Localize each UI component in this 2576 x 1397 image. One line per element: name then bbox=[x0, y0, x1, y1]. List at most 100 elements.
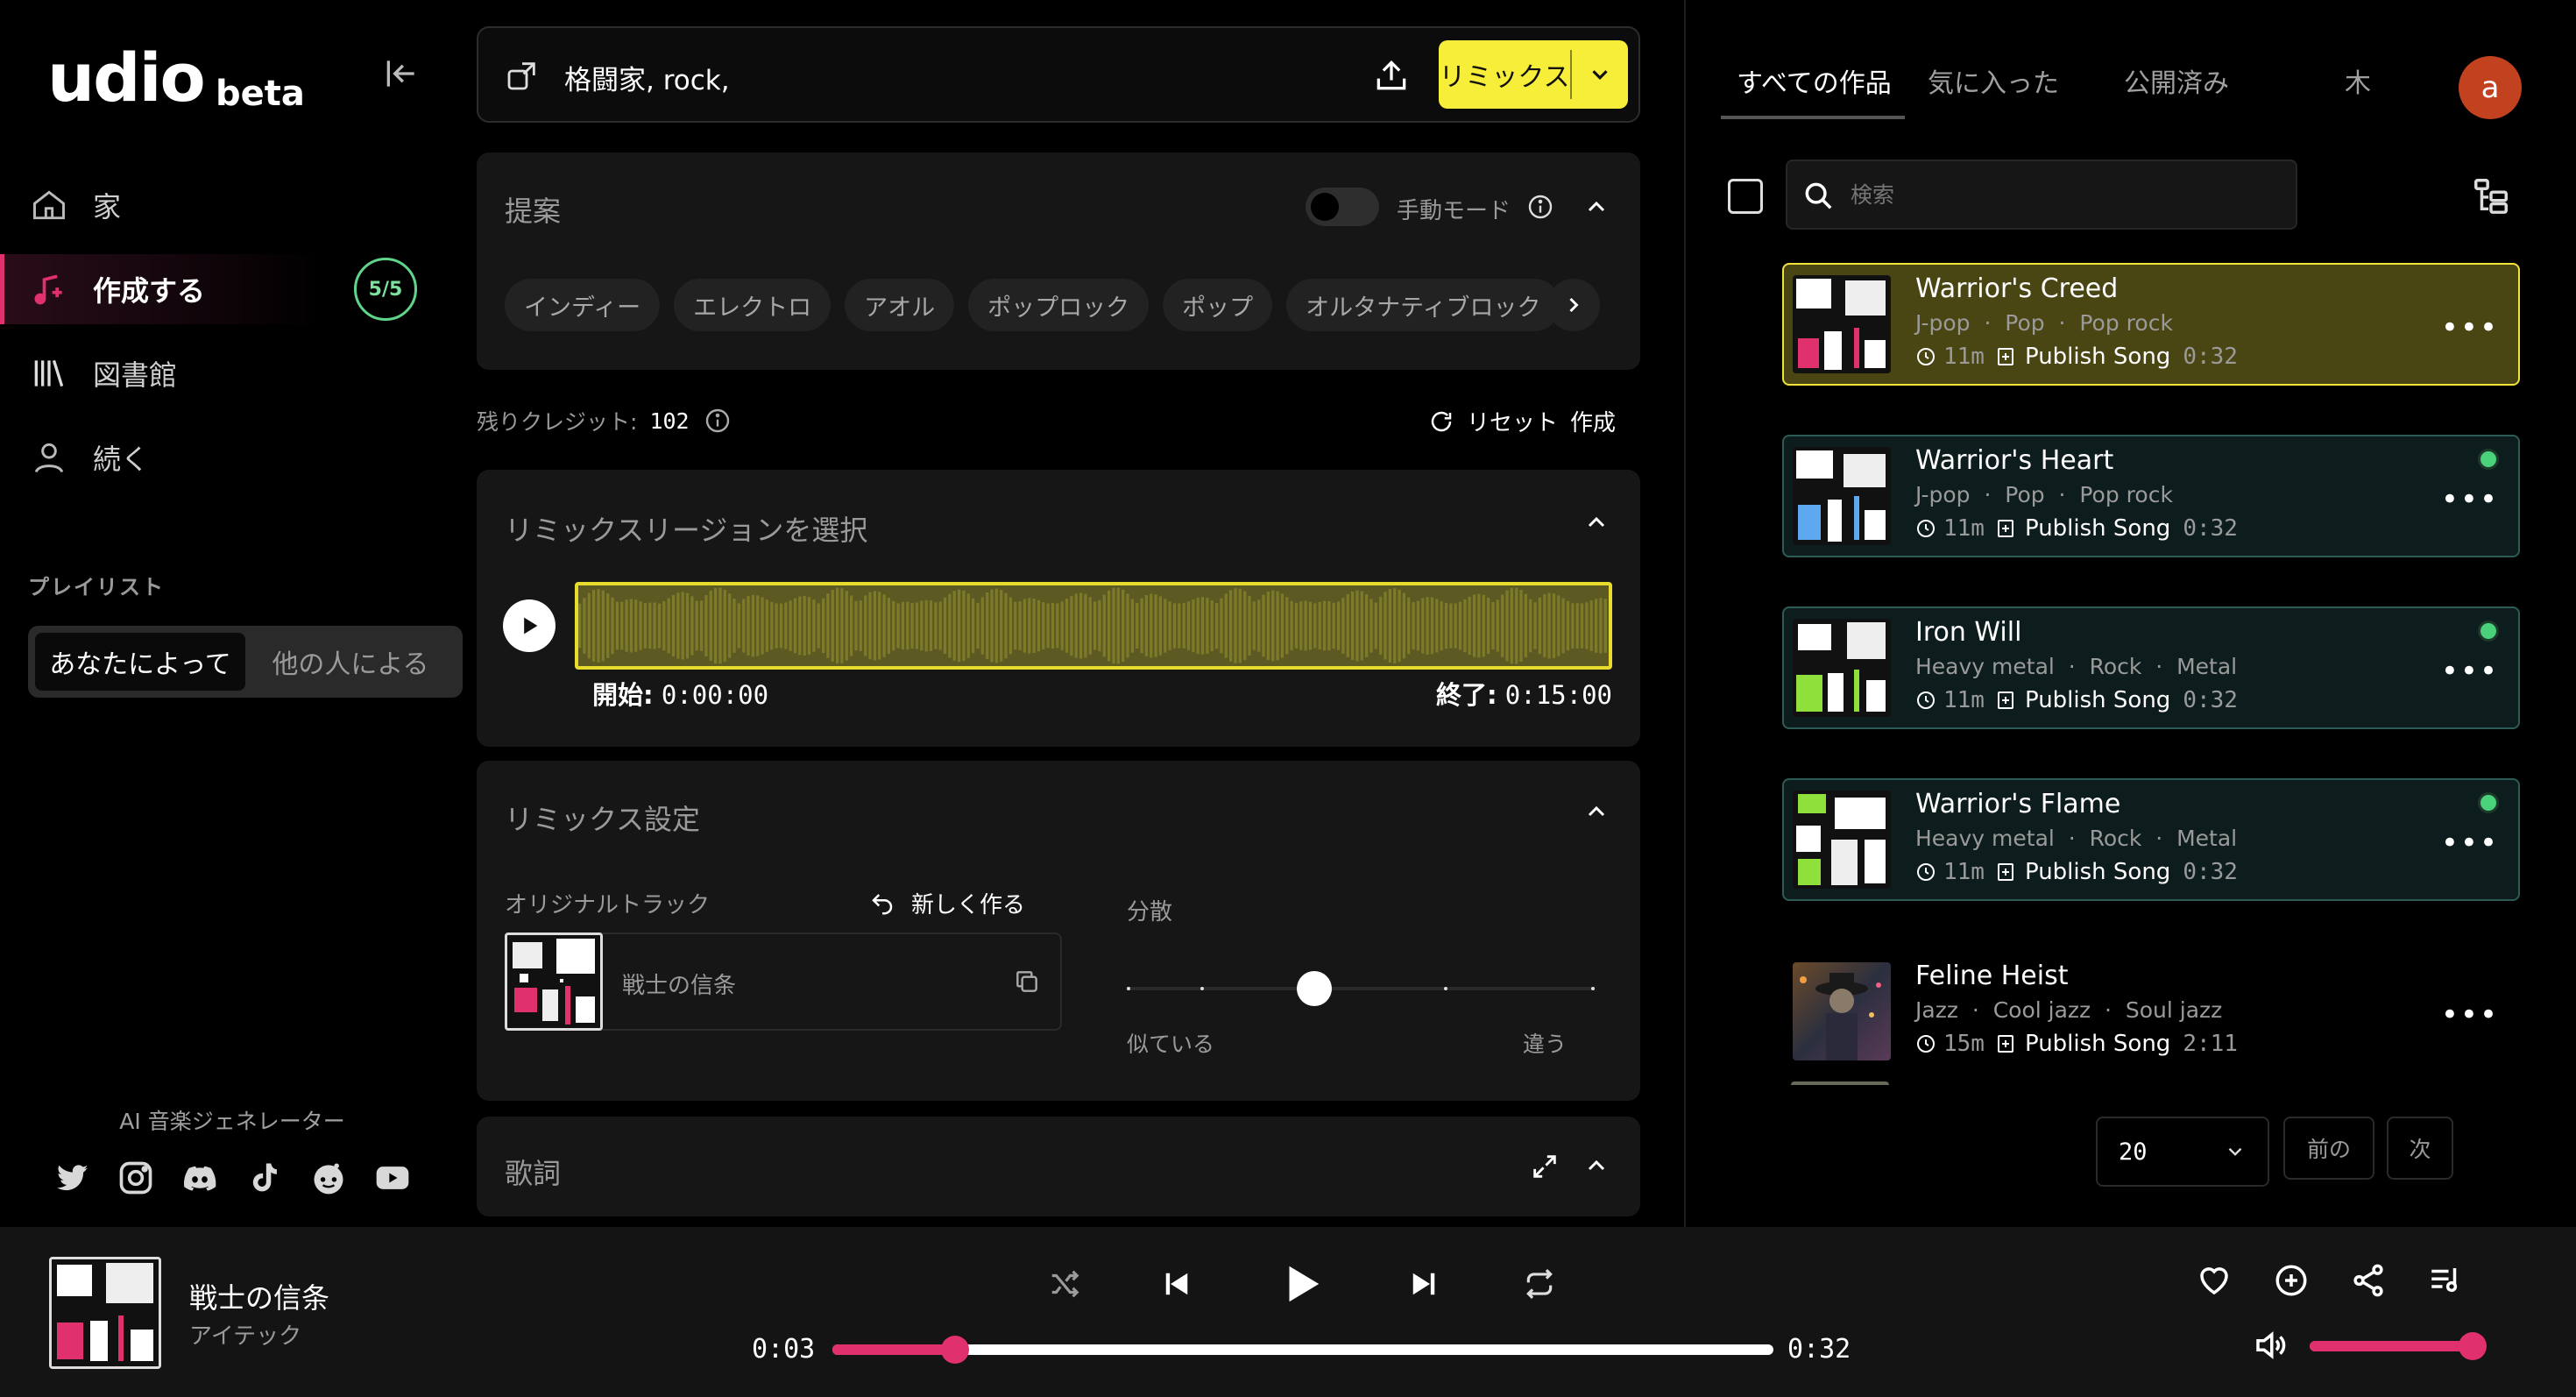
publish-song-link[interactable]: Publish Song bbox=[2025, 687, 2170, 713]
waveform-bar bbox=[1384, 592, 1387, 660]
tab-liked[interactable]: 気に入った bbox=[1928, 61, 2059, 100]
publish-icon bbox=[1995, 346, 2016, 367]
now-playing-cover[interactable] bbox=[49, 1257, 161, 1369]
nav-library[interactable]: 図書館 bbox=[0, 338, 464, 408]
new-create-button[interactable]: 新しく作る bbox=[869, 887, 1025, 919]
waveform-bar bbox=[1144, 595, 1148, 656]
chip-indie[interactable]: インディー bbox=[505, 279, 661, 331]
waveform-bar bbox=[1458, 601, 1462, 650]
now-playing-title[interactable]: 戦士の信条 bbox=[189, 1276, 329, 1316]
chip-electro[interactable]: エレクトロ bbox=[674, 279, 832, 331]
collapse-icon[interactable] bbox=[1582, 798, 1610, 826]
queue-icon[interactable] bbox=[2427, 1262, 2464, 1299]
tree-view-icon[interactable] bbox=[2471, 175, 2511, 216]
page-size-select[interactable]: 20 bbox=[2096, 1117, 2269, 1187]
chevron-down-icon[interactable] bbox=[1572, 61, 1628, 88]
song-card[interactable]: Warrior's Heart J-pop · Pop · Pop rock 1… bbox=[1782, 435, 2520, 557]
waveform-bar bbox=[1215, 603, 1219, 649]
song-title: Feline Heist bbox=[1915, 961, 2069, 991]
twitter-icon[interactable] bbox=[53, 1159, 91, 1197]
udio-logo[interactable]: udio beta bbox=[47, 39, 305, 117]
slider-thumb[interactable] bbox=[1296, 971, 1332, 1006]
more-options-icon[interactable]: ••• bbox=[2441, 482, 2499, 517]
song-card[interactable]: Warrior's Flame Heavy metal · Rock · Met… bbox=[1782, 778, 2520, 901]
chip-aor[interactable]: アオル bbox=[845, 279, 955, 331]
playlist-tab-others[interactable]: 他の人による bbox=[245, 633, 456, 691]
seek-thumb[interactable] bbox=[940, 1336, 969, 1364]
waveform-region[interactable] bbox=[575, 582, 1612, 670]
next-page-button[interactable]: 次 bbox=[2387, 1117, 2453, 1180]
nav-home[interactable]: 家 bbox=[0, 170, 464, 240]
tab-tree[interactable]: 木 bbox=[2345, 61, 2371, 100]
search-box[interactable] bbox=[1786, 160, 2297, 230]
reddit-icon[interactable] bbox=[309, 1159, 348, 1197]
publish-song-link[interactable]: Publish Song bbox=[2025, 1031, 2170, 1057]
volume-icon[interactable] bbox=[2252, 1327, 2289, 1364]
nav-following[interactable]: 続く bbox=[0, 422, 464, 493]
search-input[interactable] bbox=[1851, 177, 2271, 212]
previous-icon[interactable] bbox=[1158, 1266, 1195, 1302]
waveform-bar bbox=[671, 595, 676, 657]
collapse-sidebar-icon[interactable] bbox=[382, 54, 421, 93]
create-button[interactable]: 作成 bbox=[1570, 405, 1616, 437]
prompt-input[interactable]: 格闘家, rock, bbox=[564, 58, 730, 97]
discord-icon[interactable] bbox=[180, 1159, 219, 1197]
select-all-checkbox[interactable] bbox=[1728, 179, 1763, 214]
remix-button[interactable]: リミックス bbox=[1439, 40, 1628, 109]
song-card[interactable]: Feline Heist Jazz · Cool jazz · Soul jaz… bbox=[1782, 950, 2520, 1073]
waveform-bar bbox=[798, 596, 802, 656]
more-options-icon[interactable]: ••• bbox=[2441, 997, 2499, 1032]
tab-published[interactable]: 公開済み bbox=[2124, 61, 2229, 100]
upload-icon[interactable] bbox=[1372, 56, 1411, 95]
avatar[interactable]: a bbox=[2459, 56, 2522, 119]
chip-alt-rock[interactable]: オルタナティブロック bbox=[1286, 279, 1556, 331]
manual-mode-toggle[interactable] bbox=[1306, 188, 1379, 226]
copy-icon[interactable] bbox=[1013, 968, 1041, 996]
volume-slider[interactable] bbox=[2310, 1332, 2488, 1360]
heart-icon[interactable] bbox=[2196, 1262, 2233, 1299]
prev-page-button[interactable]: 前の bbox=[2283, 1117, 2374, 1180]
song-card[interactable]: Iron Will Heavy metal · Rock · Metal 11m… bbox=[1782, 606, 2520, 729]
repeat-icon[interactable] bbox=[1523, 1267, 1556, 1301]
instagram-icon[interactable] bbox=[117, 1159, 155, 1197]
tab-all-works[interactable]: すべての作品 bbox=[1737, 61, 1892, 100]
more-options-icon[interactable]: ••• bbox=[2441, 826, 2499, 861]
next-icon[interactable] bbox=[1405, 1266, 1442, 1302]
home-icon bbox=[30, 186, 68, 224]
waveform-bar bbox=[737, 603, 740, 649]
lyrics-card: 歌詞 bbox=[477, 1117, 1640, 1216]
tiktok-icon[interactable] bbox=[245, 1159, 284, 1197]
more-options-icon[interactable]: ••• bbox=[2441, 654, 2499, 689]
nav-create[interactable]: 作成する 5/5 bbox=[0, 254, 464, 324]
waveform-bar bbox=[643, 603, 647, 649]
chips-next-button[interactable] bbox=[1547, 279, 1600, 331]
region-play-button[interactable] bbox=[503, 599, 556, 652]
song-card[interactable]: Warrior's Creed J-pop · Pop · Pop rock 1… bbox=[1782, 263, 2520, 386]
volume-thumb[interactable] bbox=[2459, 1332, 2488, 1360]
shuffle-icon[interactable] bbox=[1048, 1267, 1081, 1301]
reset-button[interactable]: リセット bbox=[1467, 405, 1558, 437]
song-tags: J-pop · Pop · Pop rock bbox=[1915, 482, 2173, 507]
youtube-icon[interactable] bbox=[373, 1159, 412, 1197]
expand-icon[interactable] bbox=[1530, 1152, 1560, 1181]
collapse-icon[interactable] bbox=[1582, 193, 1610, 221]
song-title: Warrior's Creed bbox=[1915, 273, 2119, 304]
share-icon[interactable] bbox=[2350, 1262, 2387, 1299]
credits-info-icon[interactable] bbox=[704, 407, 732, 435]
publish-song-link[interactable]: Publish Song bbox=[2025, 344, 2170, 370]
chip-pop-rock[interactable]: ポップロック bbox=[968, 279, 1150, 331]
publish-song-link[interactable]: Publish Song bbox=[2025, 515, 2170, 542]
info-icon[interactable] bbox=[1526, 193, 1554, 221]
chip-pop[interactable]: ポップ bbox=[1163, 279, 1273, 331]
variance-slider[interactable] bbox=[1127, 971, 1595, 1006]
collapse-icon[interactable] bbox=[1582, 1152, 1610, 1180]
collapse-icon[interactable] bbox=[1582, 508, 1610, 536]
play-icon[interactable] bbox=[1277, 1260, 1325, 1308]
add-to-playlist-icon[interactable] bbox=[2273, 1262, 2310, 1299]
seek-bar[interactable] bbox=[832, 1336, 1773, 1364]
now-playing-artist[interactable]: アイテック bbox=[189, 1318, 301, 1351]
publish-song-link[interactable]: Publish Song bbox=[2025, 859, 2170, 885]
playlist-tab-mine[interactable]: あなたによって bbox=[35, 633, 245, 691]
waveform-bar bbox=[1477, 593, 1481, 658]
more-options-icon[interactable]: ••• bbox=[2441, 310, 2499, 345]
